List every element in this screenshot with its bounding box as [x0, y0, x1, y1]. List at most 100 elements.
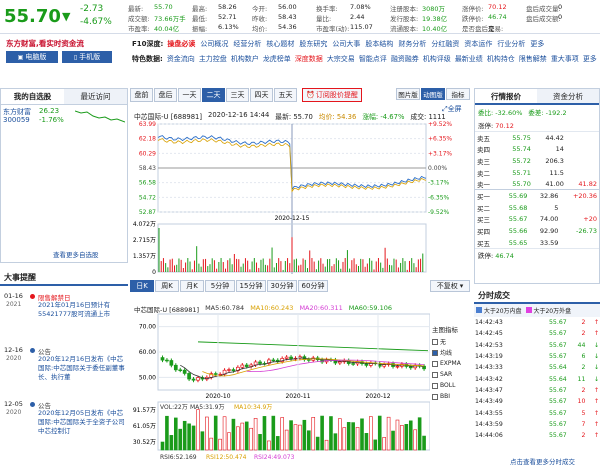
- candle: [187, 373, 191, 380]
- view-button[interactable]: 动图版: [421, 88, 445, 100]
- nav-f10-item[interactable]: 股本结构: [365, 39, 393, 49]
- nav-f10-item[interactable]: 操盘必读: [167, 39, 195, 49]
- nav-special-item[interactable]: 限售解禁: [519, 54, 547, 64]
- period-tab[interactable]: 日K: [130, 280, 154, 292]
- stat-label: 发行股本:: [390, 15, 419, 23]
- candle: [165, 359, 169, 362]
- stock-price: 26.23: [39, 107, 60, 115]
- kline-volume-bar: [213, 415, 218, 451]
- nav-special-item[interactable]: 大宗交易: [327, 54, 355, 64]
- stat-value: 是: [488, 25, 495, 33]
- kline-volume-bar: [298, 424, 302, 451]
- intraday-chart: 中芯国际-U [688981] 2020-12-16 14:44 最新: 55.…: [130, 104, 470, 274]
- nav-f10-item[interactable]: 更多: [530, 39, 544, 49]
- chart-tab[interactable]: 二天: [202, 88, 225, 102]
- tab-quote[interactable]: 行情报价: [475, 89, 537, 103]
- more-ticks-link[interactable]: 点击查看更多分时成交: [510, 456, 575, 466]
- candle: [258, 361, 262, 364]
- legend-big-sell: 大于20万外盘: [525, 306, 571, 315]
- news-item[interactable]: 01-16 2021 限售解禁日 2021年01月16日预计有55421777股可流通…: [0, 292, 128, 340]
- indicator-option[interactable]: SAR: [432, 369, 470, 380]
- kline-volume-bar: [373, 439, 378, 451]
- news-text: 2020年12月16日发布《中芯国际:中芯国际关于委任副董事长、执行董: [38, 355, 125, 381]
- mobile-version-button[interactable]: ▯ 手机版: [62, 51, 112, 63]
- kline-volume-bar: [360, 418, 364, 451]
- stat-value: 73.66万手: [154, 15, 186, 23]
- nav-special-item[interactable]: 主力控盘: [199, 54, 227, 64]
- stat-value: 58.26: [218, 3, 237, 11]
- indicator-option[interactable]: 无: [432, 336, 470, 347]
- nav-special-item[interactable]: 最新业绩: [455, 54, 483, 64]
- candle: [395, 365, 400, 368]
- news-item[interactable]: 12-16 2020 公告 2020年12月16日发布《中芯国际:中芯国际关于委任副董…: [0, 346, 128, 394]
- indicator-panel: 主图指标 无均线 EXPMA SAR BOLL BBI: [432, 324, 470, 402]
- nav-f10-item[interactable]: 分红融资: [431, 39, 459, 49]
- nav-special-item[interactable]: 机构数户: [231, 54, 259, 64]
- period-tab[interactable]: 30分钟: [267, 280, 297, 292]
- nav-f10-item[interactable]: 经营分析: [233, 39, 261, 49]
- tick-row: 14:43:33 55.64 2 ↓: [475, 364, 599, 372]
- nav-special-item[interactable]: 重大事项: [551, 54, 579, 64]
- view-button[interactable]: 指标: [446, 88, 470, 100]
- orderbook-row: 卖二 55.71 11.5: [477, 168, 564, 178]
- nav-special-item[interactable]: 深度数据: [295, 54, 323, 64]
- period-tab[interactable]: 5分钟: [205, 280, 235, 292]
- period-tab[interactable]: 月K: [180, 280, 204, 292]
- chart-tab[interactable]: 四天: [250, 88, 273, 102]
- y-pct-label: +9.52%: [428, 121, 452, 128]
- nav-f10-item[interactable]: 公司大事: [332, 39, 360, 49]
- nav-f10-item[interactable]: 核心题材: [266, 39, 294, 49]
- nav-special-item[interactable]: 资金流向: [167, 54, 195, 64]
- candle: [284, 356, 289, 359]
- chart-tab[interactable]: 三天: [226, 88, 249, 102]
- nav-f10-item[interactable]: 股东研究: [299, 39, 327, 49]
- watchlist-item[interactable]: 东方财富 300059 26.23 -1.76%: [1, 105, 127, 129]
- chart-tab[interactable]: 一天: [178, 88, 201, 102]
- orderbook-row: 卖三 55.72 206.3: [477, 156, 564, 166]
- tab-my-watchlist[interactable]: 我的自选股: [1, 89, 64, 104]
- nav-special-item[interactable]: 更多: [583, 54, 597, 64]
- more-watchlist-link[interactable]: 查看更多自选股: [53, 249, 99, 259]
- news-item[interactable]: 12-05 2020 公告 2020年12月05日发布《中芯国际:中芯国际关于全资子公…: [0, 400, 128, 448]
- y-tick-label: 62.18: [139, 136, 156, 143]
- wei-row: 委比: -32.60% 委差: -192.2: [478, 109, 567, 117]
- candle: [173, 364, 178, 371]
- news-dot-icon: [30, 348, 35, 353]
- chart-tab[interactable]: 五天: [274, 88, 297, 102]
- news-text: 2020年12月05日发布《中芯国际:中芯国际关于全资子公司中芯控制订: [38, 409, 125, 435]
- period-tab[interactable]: 15分钟: [236, 280, 266, 292]
- chart-tab[interactable]: 盘后: [154, 88, 177, 102]
- tab-fund-analysis[interactable]: 资金分析: [537, 89, 599, 103]
- stat-value: 6.13%: [218, 23, 239, 31]
- kline-volume-bar: [338, 418, 342, 451]
- news-year: 2020: [6, 409, 22, 416]
- tab-recent[interactable]: 最近访问: [64, 89, 127, 104]
- vol-legend: MA5:31.9万: [190, 404, 224, 411]
- period-tab[interactable]: 60分钟: [298, 280, 328, 292]
- nav-special-item[interactable]: 机构持仓: [487, 54, 515, 64]
- vol-tick-label: 61.05万: [133, 423, 156, 430]
- nav-special-item[interactable]: 龙虎榜单: [263, 54, 291, 64]
- indicator-option[interactable]: BBI: [432, 391, 470, 402]
- y-tick-label: 50.00: [139, 374, 156, 381]
- nav-special-item[interactable]: 机构评级: [423, 54, 451, 64]
- nav-f10-item[interactable]: 财务分析: [398, 39, 426, 49]
- indicator-option[interactable]: EXPMA: [432, 358, 470, 369]
- nav-special-item[interactable]: 融资融券: [391, 54, 419, 64]
- nav-f10-item[interactable]: 行业分析: [497, 39, 525, 49]
- candle: [213, 373, 218, 375]
- pc-version-button[interactable]: ▣ 电脑版: [6, 51, 58, 63]
- indicator-option[interactable]: BOLL: [432, 380, 470, 391]
- nav-special-item[interactable]: 智能点评: [359, 54, 387, 64]
- view-button[interactable]: 图片版: [396, 88, 420, 100]
- period-tab[interactable]: 周K: [155, 280, 179, 292]
- price-alert-button[interactable]: ⏰ 订阅股价提醒: [302, 88, 362, 102]
- stat-label: 今开:: [252, 5, 268, 13]
- nav-f10-item[interactable]: 资本运作: [464, 39, 492, 49]
- indicator-option[interactable]: 均线: [432, 347, 470, 358]
- mini-sparkline: [75, 110, 125, 123]
- nav-f10-item[interactable]: 公司概况: [200, 39, 228, 49]
- adjust-select[interactable]: 不复权 ▾: [430, 280, 470, 292]
- checkbox-icon: [432, 360, 438, 367]
- chart-tab[interactable]: 盘前: [130, 88, 153, 102]
